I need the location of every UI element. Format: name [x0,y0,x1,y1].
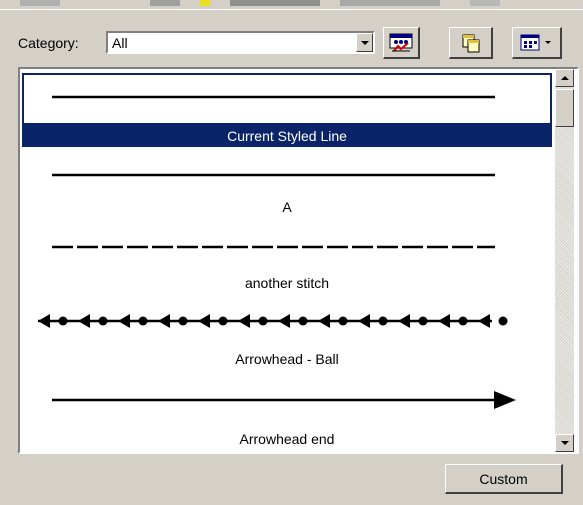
category-label: Category: [18,35,79,51]
arrowhead-mark [318,314,330,328]
view-options-dropdown-icon [520,34,551,50]
list-item[interactable]: Arrowhead end [22,373,552,452]
scrollbar-thumb[interactable] [555,89,574,127]
ball-mark [378,316,388,326]
copy-button[interactable] [449,27,493,59]
ball-mark [418,316,428,326]
ball-mark [98,316,108,326]
arrowhead-mark [478,314,490,328]
ball-mark [178,316,188,326]
dashed-line-preview [52,245,495,249]
ball-mark [458,316,468,326]
divider [0,9,583,10]
arrowhead-mark [358,314,370,328]
arrowhead-mark [78,314,90,328]
list-item-label: another stitch [244,275,330,291]
scroll-up-button[interactable] [555,69,574,87]
view-options-button[interactable] [512,27,562,59]
arrowhead-end-preview [52,391,516,409]
copy-icon [462,34,479,52]
style-references-icon [389,33,413,52]
ball-mark [218,316,228,326]
arrowhead-ball-preview [38,314,508,328]
ball-mark [298,316,308,326]
ball-mark [138,316,148,326]
arrowhead-mark [118,314,130,328]
chevron-down-icon [560,441,569,445]
list-item-label: Arrowhead end [239,431,335,447]
solid-line-preview [52,95,495,99]
scroll-down-button[interactable] [555,434,574,452]
arrowhead-mark [158,314,170,328]
list-item[interactable]: Current Styled Line [22,73,552,147]
list-item-label: A [282,199,292,215]
ball-mark [258,316,268,326]
arrowhead-mark [38,314,50,328]
style-references-button[interactable] [383,27,420,59]
arrowhead-mark [438,314,450,328]
arrowhead-mark [398,314,410,328]
arrowhead-mark [278,314,290,328]
arrowhead-mark [238,314,250,328]
ball-mark [338,316,348,326]
vertical-scrollbar[interactable] [555,69,574,452]
chevron-up-icon [560,76,569,80]
ball-mark [498,316,508,326]
list-item-label: Arrowhead - Ball [235,351,339,367]
list-item[interactable]: another stitch [22,223,552,297]
ball-mark [58,316,68,326]
category-value: All [112,35,128,51]
line-style-list[interactable]: Current Styled Line A another stitch Arr… [18,67,579,454]
list-item-label: Current Styled Line [22,125,552,147]
category-dropdown[interactable]: All [106,31,375,54]
dropdown-arrow-button[interactable] [356,33,373,52]
list-item[interactable]: Arrowhead - Ball [22,297,552,373]
solid-line-preview [52,173,495,177]
list-item[interactable]: A [22,145,552,223]
custom-button[interactable]: Custom [445,464,563,494]
chevron-down-icon [360,40,369,45]
arrowhead-mark [198,314,210,328]
